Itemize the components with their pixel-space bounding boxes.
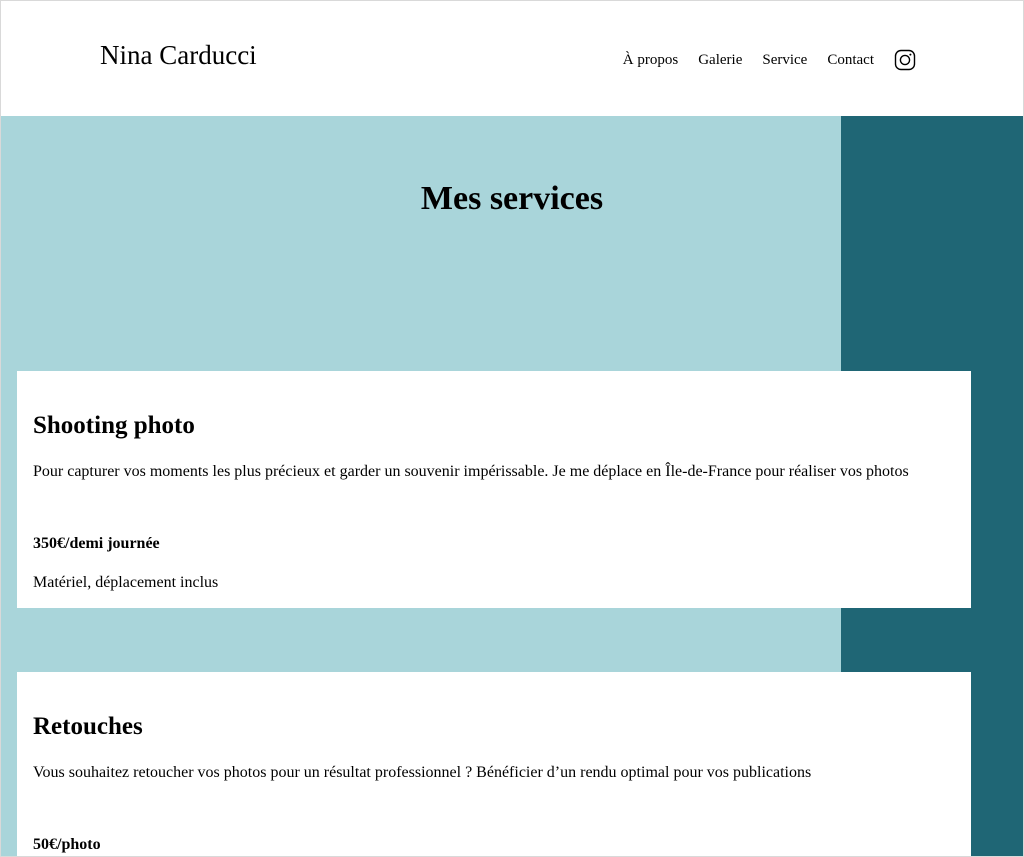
site-logo[interactable]: Nina Carducci: [100, 39, 257, 71]
service-title: Retouches: [33, 713, 143, 740]
page-title: Mes services: [420, 180, 604, 217]
service-card-retouches: Retouches Vous souhaitez retoucher vos p…: [17, 672, 971, 856]
nav-link-contact[interactable]: Contact: [827, 50, 874, 70]
nav-link-service[interactable]: Service: [762, 50, 807, 70]
service-price: 50€/photo: [33, 836, 101, 853]
service-note: Matériel, déplacement inclus: [33, 574, 219, 591]
nav-link-galerie[interactable]: Galerie: [698, 50, 742, 70]
service-title: Shooting photo: [33, 412, 195, 439]
site-header: Nina Carducci À propos Galerie Service C…: [1, 1, 1023, 116]
instagram-icon[interactable]: [894, 49, 916, 71]
service-description: Vous souhaitez retoucher vos photos pour…: [33, 764, 812, 781]
service-description: Pour capturer vos moments les plus préci…: [33, 463, 909, 480]
service-price: 350€/demi journée: [33, 535, 160, 552]
service-card-shooting: Shooting photo Pour capturer vos moments…: [17, 371, 971, 608]
nav-link-a-propos[interactable]: À propos: [623, 50, 678, 70]
page-frame: Nina Carducci À propos Galerie Service C…: [0, 0, 1024, 857]
main-nav: À propos Galerie Service Contact: [623, 48, 916, 72]
